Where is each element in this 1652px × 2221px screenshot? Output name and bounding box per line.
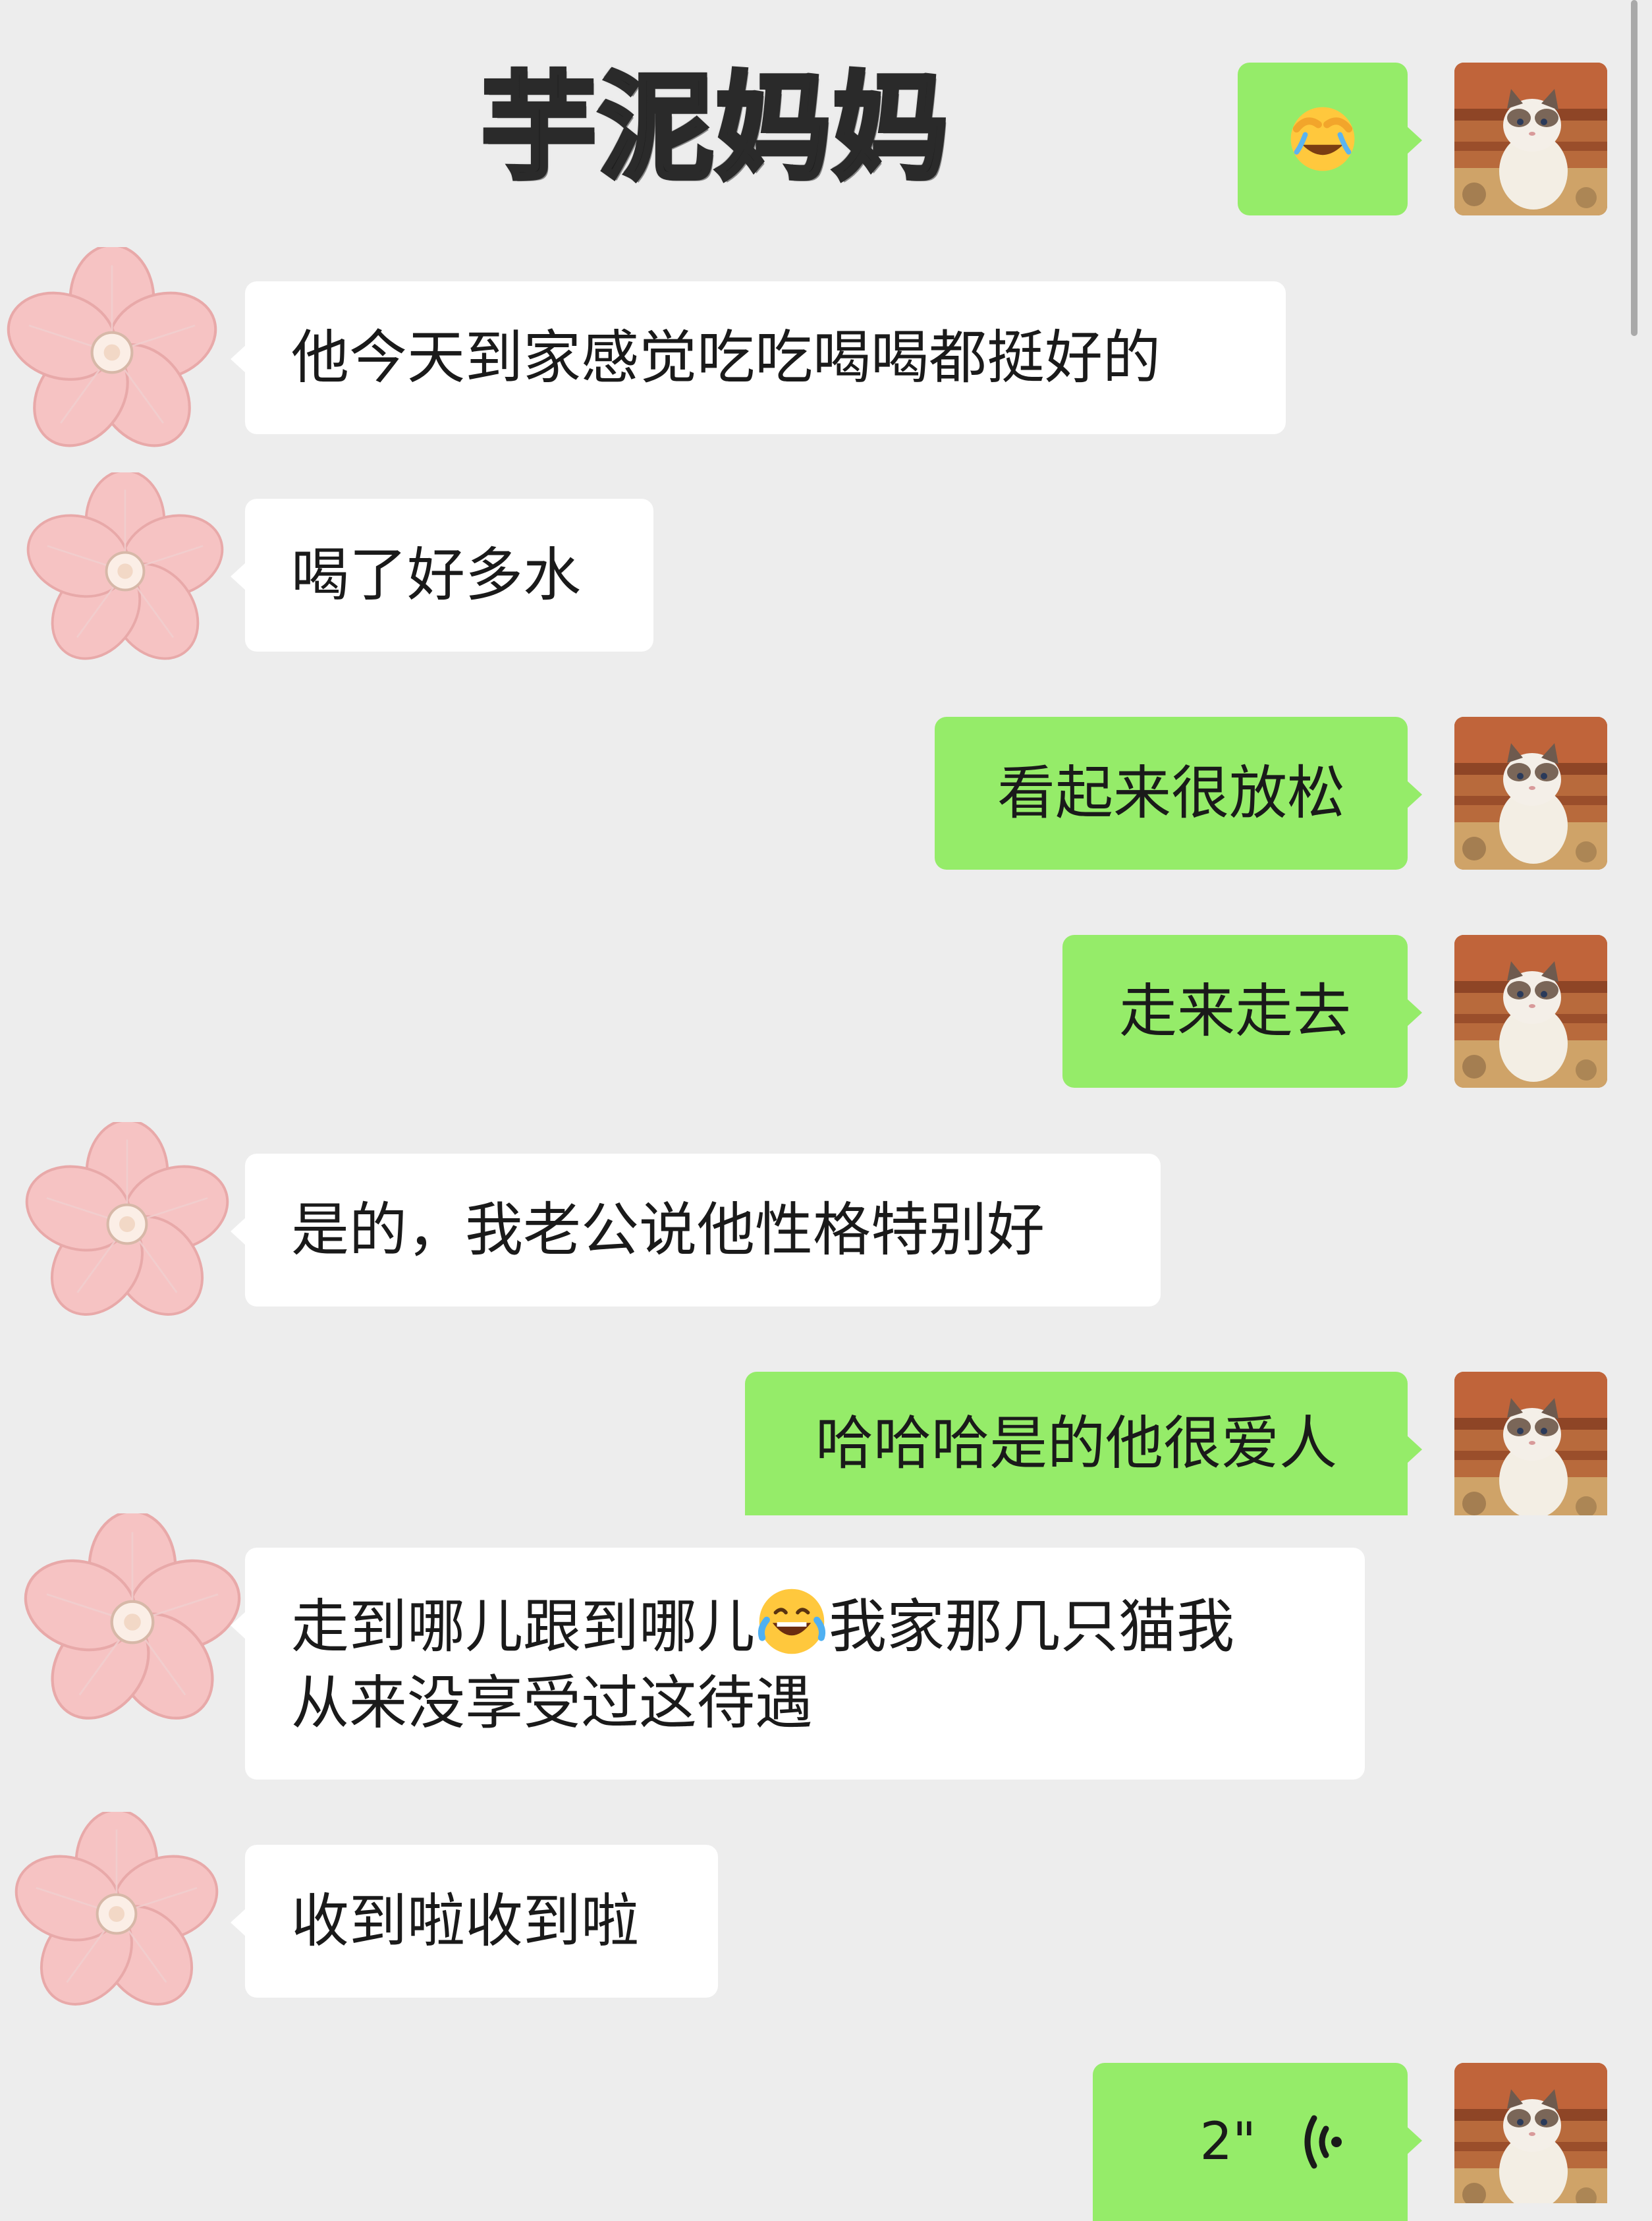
cat-avatar-icon[interactable]: [1454, 935, 1607, 1088]
pink-flower-avatar-icon[interactable]: [7, 247, 217, 458]
message-bubble[interactable]: 哈哈哈是的他很爱人: [745, 1372, 1422, 1515]
message-bubble[interactable]: 喝了好多水: [231, 499, 653, 652]
face-with-tears-covering-face-icon: [1286, 103, 1359, 175]
message-bubble[interactable]: 走来走去: [1062, 935, 1422, 1088]
cat-avatar-icon[interactable]: [1454, 2063, 1607, 2203]
scrollbar[interactable]: [1631, 0, 1638, 336]
message-text: 走到哪儿跟到哪儿: [291, 1592, 756, 1660]
voice-message-bubble[interactable]: 2": [1093, 2063, 1422, 2221]
chat-title: 芋泥妈妈: [478, 60, 950, 196]
pink-flower-avatar-icon[interactable]: [26, 472, 224, 670]
message-bubble[interactable]: 他今天到家感觉吃吃喝喝都挺好的: [231, 281, 1286, 434]
cat-avatar-icon[interactable]: [1454, 1372, 1607, 1515]
cat-avatar-icon[interactable]: [1454, 63, 1607, 215]
message-bubble-multiline[interactable]: 走到哪儿跟到哪儿 我家那几只猫我 从来没享受过这待遇: [231, 1548, 1365, 1780]
pink-flower-avatar-icon[interactable]: [25, 1122, 229, 1326]
voice-duration: 2": [1199, 2112, 1256, 2172]
message-bubble[interactable]: 收到啦收到啦: [231, 1845, 718, 1998]
message-line-1: 走到哪儿跟到哪儿 我家那几只猫我: [291, 1585, 1234, 1665]
cat-avatar-icon[interactable]: [1454, 717, 1607, 870]
message-bubble[interactable]: 是的，我老公说他性格特别好: [231, 1154, 1161, 1307]
message-bubble-emoji[interactable]: [1238, 63, 1422, 215]
pink-flower-avatar-icon[interactable]: [24, 1513, 241, 1731]
voice-wave-icon: [1304, 2115, 1342, 2169]
laughing-tears-icon: [755, 1585, 829, 1658]
pink-flower-avatar-icon[interactable]: [14, 1812, 219, 2016]
message-bubble[interactable]: 看起来很放松: [935, 717, 1422, 870]
message-text: 我家那几只猫我: [829, 1592, 1235, 1660]
message-line-2: 从来没享受过这待遇: [291, 1669, 813, 1737]
